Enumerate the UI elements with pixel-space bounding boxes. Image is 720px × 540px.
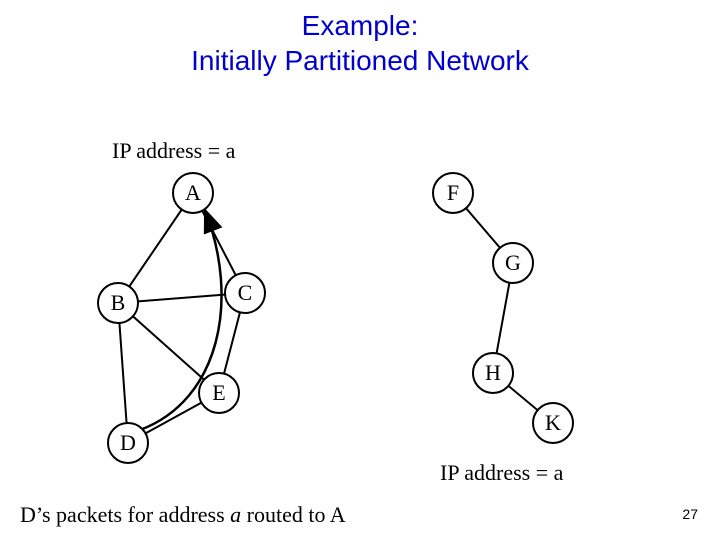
node-E: E — [198, 372, 240, 414]
graph-edges — [0, 0, 720, 540]
node-D: D — [107, 422, 149, 464]
node-G: G — [492, 242, 534, 284]
node-B: B — [97, 282, 139, 324]
node-A: A — [172, 172, 214, 214]
node-K: K — [532, 402, 574, 444]
node-F: F — [432, 172, 474, 214]
node-C: C — [224, 272, 266, 314]
node-H: H — [472, 352, 514, 394]
